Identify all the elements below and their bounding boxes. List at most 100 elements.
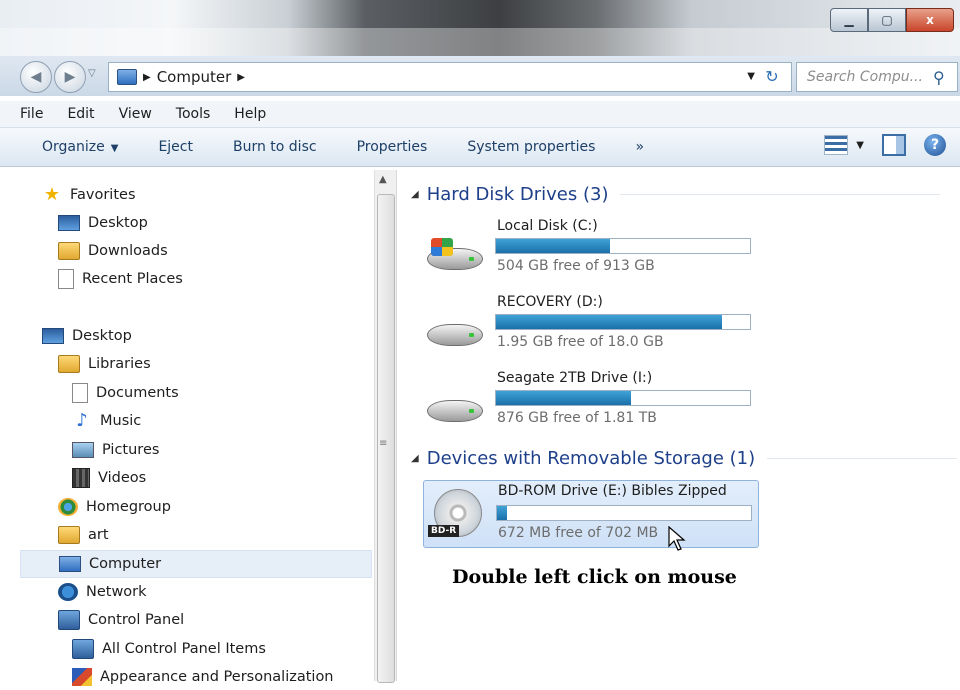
nav-label: Libraries [88, 356, 151, 372]
nav-computer[interactable]: Computer [20, 550, 372, 578]
nav-pictures[interactable]: Pictures [72, 437, 159, 463]
refresh-button[interactable]: ↻ [758, 62, 786, 90]
help-icon[interactable]: ? [924, 134, 946, 156]
eject-button[interactable]: Eject [138, 139, 213, 155]
hard-drive-icon [427, 238, 483, 272]
group-title: Hard Disk Drives (3) [426, 184, 609, 205]
maximize-icon: ▢ [881, 13, 893, 27]
drive-free-space: 1.95 GB free of 18.0 GB [497, 334, 664, 350]
recent-places-icon [58, 269, 74, 289]
nav-favorites[interactable]: ★ Favorites [42, 182, 136, 208]
nav-music[interactable]: ♪ Music [72, 408, 141, 434]
refresh-icon: ↻ [765, 66, 779, 86]
minimize-button[interactable]: ▁ [830, 8, 868, 32]
group-divider [620, 194, 941, 195]
nav-libraries[interactable]: Libraries [58, 351, 151, 377]
documents-icon [72, 383, 88, 403]
address-bar[interactable]: ▶ Computer ▶ ▼ [108, 62, 792, 92]
nav-label: Control Panel [88, 612, 185, 628]
menu-tools[interactable]: Tools [164, 106, 223, 122]
control-panel-icon [72, 639, 94, 659]
nav-label: Computer [89, 556, 162, 572]
nav-label: Network [86, 584, 147, 600]
search-placeholder: Search Compu... [807, 69, 923, 85]
nav-label: Downloads [88, 243, 168, 259]
nav-fav-desktop[interactable]: Desktop [58, 210, 148, 236]
nav-desktop[interactable]: Desktop [42, 323, 132, 349]
view-icon [824, 135, 849, 155]
grip-icon: ≡ [379, 438, 388, 449]
optical-disc-icon: BD-R [428, 489, 484, 537]
nav-all-control-panel-items[interactable]: All Control Panel Items [72, 636, 266, 662]
properties-button[interactable]: Properties [337, 139, 448, 155]
nav-art[interactable]: art [58, 522, 109, 548]
menu-view[interactable]: View [107, 106, 164, 122]
group-title: Devices with Removable Storage (1) [426, 448, 756, 469]
folder-icon [58, 526, 80, 544]
burn-to-disc-button[interactable]: Burn to disc [213, 139, 337, 155]
breadcrumb-separator-icon[interactable]: ▶ [237, 72, 245, 83]
bd-r-badge: BD-R [428, 525, 460, 537]
menu-help[interactable]: Help [222, 106, 278, 122]
maximize-button[interactable]: ▢ [868, 8, 906, 32]
nav-control-panel[interactable]: Control Panel [58, 607, 184, 633]
libraries-icon [58, 355, 80, 373]
drive-item-d[interactable]: RECOVERY (D:) 1.95 GB free of 18.0 GB [423, 294, 757, 364]
drive-item-i[interactable]: Seagate 2TB Drive (I:) 876 GB free of 1.… [423, 370, 757, 440]
star-icon: ★ [43, 184, 61, 205]
chevron-down-icon: ▼ [856, 139, 864, 151]
drive-free-space: 672 MB free of 702 MB [498, 525, 659, 541]
nav-network[interactable]: Network [58, 579, 147, 605]
drive-usage-bar [496, 505, 752, 521]
search-input[interactable]: Search Compu... ⚲ [796, 62, 958, 92]
organize-button[interactable]: Organize ▼ [0, 139, 138, 155]
group-divider [767, 458, 958, 459]
drive-usage-fill [496, 391, 631, 405]
recent-pages-dropdown-icon[interactable]: ▽ [88, 68, 96, 79]
nav-scrollbar[interactable]: ▲ ≡ [374, 170, 397, 683]
pictures-icon [72, 442, 94, 458]
forward-button[interactable]: ▶ [54, 61, 86, 93]
breadcrumb-separator-icon[interactable]: ▶ [143, 72, 151, 83]
scroll-up-icon[interactable]: ▲ [379, 174, 387, 185]
menu-edit[interactable]: Edit [55, 106, 106, 122]
drive-name: Seagate 2TB Drive (I:) [497, 370, 653, 386]
back-button[interactable]: ◀ [20, 61, 52, 93]
nav-label: Documents [96, 385, 179, 401]
forward-arrow-icon: ▶ [64, 69, 76, 85]
nav-documents[interactable]: Documents [72, 380, 179, 406]
nav-downloads[interactable]: Downloads [58, 238, 168, 264]
appearance-icon [72, 668, 92, 686]
drive-item-e[interactable]: BD-R BD-ROM Drive (E:) Bibles Zipped 672… [423, 480, 759, 548]
preview-pane-icon[interactable] [882, 134, 906, 156]
more-commands-button[interactable]: » [615, 139, 664, 155]
menu-file[interactable]: File [0, 106, 55, 122]
nav-homegroup[interactable]: Homegroup [58, 494, 171, 520]
change-view-button[interactable]: ▼ [824, 135, 864, 155]
minimize-icon: ▁ [844, 13, 854, 27]
nav-appearance[interactable]: Appearance and Personalization [72, 664, 334, 690]
instruction-caption: Double left click on mouse [452, 566, 737, 588]
collapse-icon: ◢ [411, 453, 419, 464]
breadcrumb-computer[interactable]: Computer [157, 68, 232, 86]
view-controls: ▼ ? [824, 134, 946, 156]
drive-name: BD-ROM Drive (E:) Bibles Zipped [498, 483, 727, 499]
nav-label: Pictures [102, 442, 160, 458]
close-button[interactable]: x [906, 8, 954, 32]
address-row: ◀ ▶ ▽ ▶ Computer ▶ ▼ ↻ Search Compu... ⚲ [0, 56, 960, 96]
nav-label: art [88, 527, 109, 543]
system-properties-button[interactable]: System properties [447, 139, 615, 155]
nav-videos[interactable]: Videos [72, 465, 146, 491]
nav-label: Videos [98, 470, 147, 486]
search-icon[interactable]: ⚲ [933, 68, 951, 87]
nav-recent-places[interactable]: Recent Places [58, 266, 183, 292]
address-dropdown-icon[interactable]: ▼ [747, 71, 755, 82]
menu-bar: File Edit View Tools Help [0, 101, 960, 128]
window-controls: ▁ ▢ x [830, 8, 954, 32]
drive-item-c[interactable]: Local Disk (C:) 504 GB free of 913 GB [423, 218, 757, 288]
hard-drive-icon [427, 314, 483, 348]
group-header-hard-disks[interactable]: ◢ Hard Disk Drives (3) [411, 184, 941, 205]
drive-usage-fill [496, 239, 611, 253]
music-icon: ♪ [76, 410, 88, 431]
group-header-removable[interactable]: ◢ Devices with Removable Storage (1) [411, 448, 958, 469]
